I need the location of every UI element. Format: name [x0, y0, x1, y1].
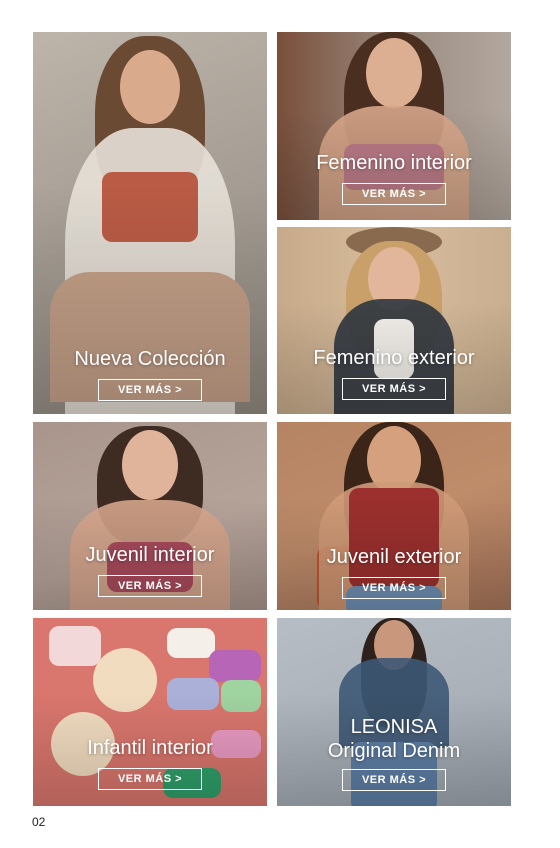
- category-tile-juvenil-exterior[interactable]: Juvenil exterior VER MÁS >: [277, 422, 511, 610]
- category-tile-original-denim[interactable]: LEONISA Original Denim VER MÁS >: [277, 618, 511, 806]
- category-tile-infantil-interior[interactable]: Infantil interior VER MÁS >: [33, 618, 267, 806]
- ver-mas-button[interactable]: VER MÁS >: [342, 577, 446, 599]
- tile-title: Femenino exterior: [313, 347, 475, 369]
- ver-mas-button[interactable]: VER MÁS >: [98, 575, 202, 597]
- ver-mas-button[interactable]: VER MÁS >: [98, 379, 202, 401]
- category-tile-juvenil-interior[interactable]: Juvenil interior VER MÁS >: [33, 422, 267, 610]
- tile-title: Juvenil interior: [85, 544, 215, 566]
- tile-title: Infantil interior: [87, 737, 213, 759]
- ver-mas-button[interactable]: VER MÁS >: [98, 768, 202, 790]
- category-tile-nueva-coleccion[interactable]: Nueva Colección VER MÁS >: [33, 32, 267, 414]
- tile-title: Femenino interior: [316, 152, 472, 174]
- tile-title-subtitle: Original Denim: [327, 740, 461, 762]
- category-tile-femenino-exterior[interactable]: Femenino exterior VER MÁS >: [277, 227, 511, 414]
- ver-mas-button[interactable]: VER MÁS >: [342, 183, 446, 205]
- tile-title-brand: LEONISA: [350, 716, 438, 738]
- ver-mas-button[interactable]: VER MÁS >: [342, 378, 446, 400]
- tile-title: Juvenil exterior: [326, 546, 462, 568]
- page-number: 02: [32, 815, 46, 829]
- tile-title: Nueva Colección: [74, 348, 226, 370]
- ver-mas-button[interactable]: VER MÁS >: [342, 769, 446, 791]
- category-tile-femenino-interior[interactable]: Femenino interior VER MÁS >: [277, 32, 511, 220]
